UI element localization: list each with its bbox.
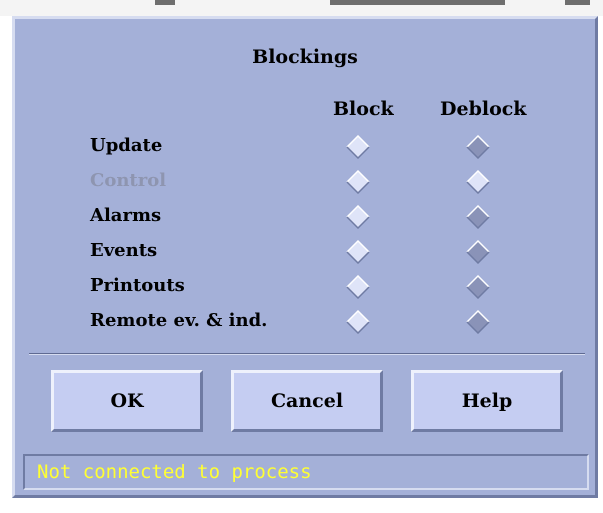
background-window-strip bbox=[0, 0, 603, 16]
block-radio-control bbox=[346, 170, 370, 194]
deblock-radio-remote-ev-ind[interactable] bbox=[466, 310, 490, 334]
block-radio-alarms[interactable] bbox=[346, 205, 370, 229]
row-label-remote-ev-ind: Remote ev. & ind. bbox=[90, 310, 268, 331]
block-radio-update[interactable] bbox=[346, 135, 370, 159]
row-label-update: Update bbox=[90, 135, 163, 156]
row-label-control: Control bbox=[90, 170, 167, 191]
deblock-radio-control bbox=[466, 170, 490, 194]
deblock-radio-events[interactable] bbox=[466, 240, 490, 264]
column-header-deblock: Deblock bbox=[440, 98, 527, 120]
ok-button[interactable]: OK bbox=[51, 370, 203, 432]
background-text-fragment bbox=[330, 0, 505, 5]
row-label-printouts: Printouts bbox=[90, 275, 185, 296]
deblock-radio-printouts[interactable] bbox=[466, 275, 490, 299]
background-text-fragment bbox=[155, 0, 175, 5]
help-button[interactable]: Help bbox=[411, 370, 563, 432]
row-label-events: Events bbox=[90, 240, 158, 261]
status-bar: Not connected to process bbox=[23, 454, 589, 490]
separator bbox=[29, 353, 585, 355]
block-radio-printouts[interactable] bbox=[346, 275, 370, 299]
cancel-button[interactable]: Cancel bbox=[231, 370, 383, 432]
block-radio-events[interactable] bbox=[346, 240, 370, 264]
dialog-title: Blockings bbox=[252, 46, 358, 68]
deblock-radio-alarms[interactable] bbox=[466, 205, 490, 229]
background-text-fragment bbox=[565, 0, 590, 5]
blockings-dialog: Blockings Block Deblock Update Control Ala… bbox=[12, 16, 598, 498]
column-header-block: Block bbox=[333, 98, 394, 120]
deblock-radio-update[interactable] bbox=[466, 135, 490, 159]
block-radio-remote-ev-ind[interactable] bbox=[346, 310, 370, 334]
row-label-alarms: Alarms bbox=[90, 205, 162, 226]
